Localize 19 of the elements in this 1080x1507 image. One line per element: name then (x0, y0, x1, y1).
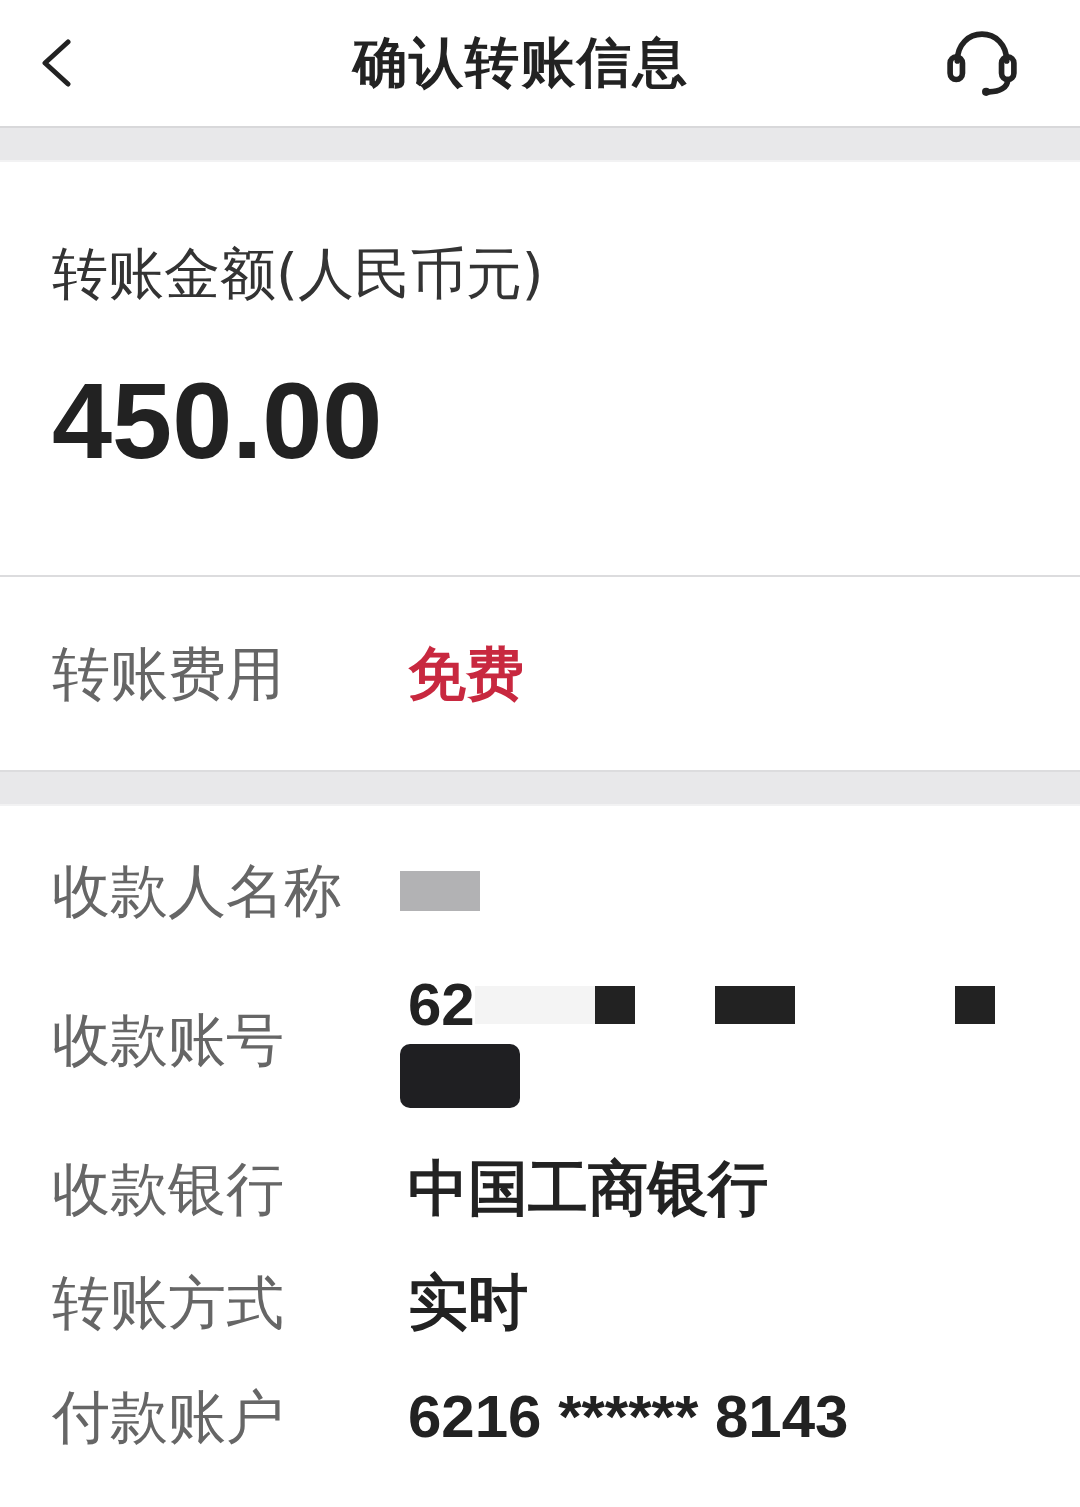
fee-label: 转账费用 (52, 640, 285, 707)
chevron-left-icon (40, 39, 72, 87)
redaction-block (954, 986, 995, 1024)
detail-value: 实时 (408, 1270, 528, 1336)
headset-icon (946, 30, 1018, 96)
page-title: 确认转账信息 (350, 29, 689, 96)
amount-label: 转账金额(人民币元) (52, 242, 545, 306)
fee-value: 免费 (408, 640, 524, 707)
amount-value: 450.00 (52, 361, 384, 481)
detail-label: 收款人名称 (52, 858, 343, 924)
detail-label: 付款账户 (52, 1384, 285, 1450)
back-button[interactable] (40, 39, 72, 87)
detail-label: 收款账号 (52, 1007, 285, 1073)
detail-label: 收款银行 (52, 1156, 285, 1222)
detail-value: 62 (408, 972, 475, 1038)
detail-value: 中国工商银行 (408, 1156, 768, 1222)
customer-service-button[interactable] (946, 30, 1018, 96)
detail-label: 转账方式 (52, 1270, 285, 1336)
detail-value: 6216 ****** 8143 (408, 1384, 849, 1450)
